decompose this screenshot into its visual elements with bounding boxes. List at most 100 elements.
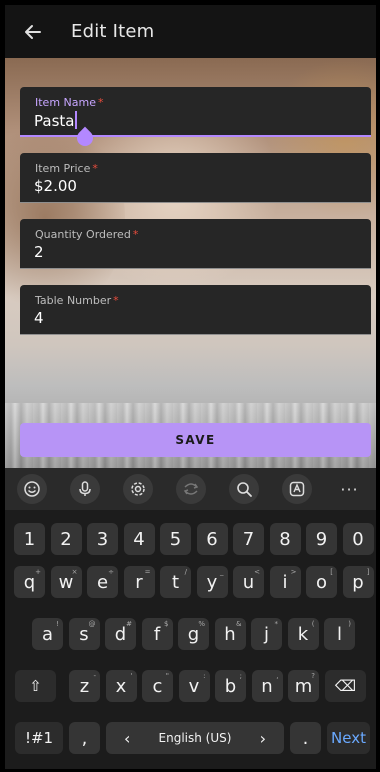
number-row: 1234567890 xyxy=(5,523,376,559)
key-h[interactable]: h & xyxy=(214,618,246,650)
letter-row-3: ⇧ ⌫ z - x ' c " v: b; n, m? xyxy=(5,670,376,706)
key-4[interactable]: 4 xyxy=(123,523,155,555)
key-8[interactable]: 8 xyxy=(269,523,301,555)
key-2[interactable]: 2 xyxy=(50,523,82,555)
key-i[interactable]: i > xyxy=(269,566,301,598)
translate-icon[interactable] xyxy=(175,474,206,504)
key-hint: $ xyxy=(164,620,169,628)
key-hint: ; xyxy=(239,672,242,680)
key-hint: ? xyxy=(311,672,315,680)
key-0[interactable]: 0 xyxy=(342,523,374,555)
key-hint: # xyxy=(126,620,132,628)
key-p[interactable]: p] xyxy=(342,566,374,598)
key-hint: ( xyxy=(311,620,315,628)
mic-icon[interactable] xyxy=(69,474,100,504)
item-name-label: Item Name * xyxy=(35,96,104,109)
key-g[interactable]: g% xyxy=(178,618,209,650)
comma-key[interactable]: , xyxy=(69,722,100,754)
key-y[interactable]: y _ xyxy=(196,566,228,598)
arrow-left-icon xyxy=(25,24,41,39)
quantity-ordered-value: 2 xyxy=(34,243,44,261)
key-hint: _ xyxy=(220,568,224,576)
key-hint: = xyxy=(144,568,151,576)
key-hint: : xyxy=(203,672,206,680)
key-hint: * xyxy=(274,620,279,628)
space-label: English (US) xyxy=(158,731,232,745)
key-3[interactable]: 3 xyxy=(87,523,118,555)
space-key[interactable]: ‹ English (US) › xyxy=(106,722,284,754)
key-l[interactable]: l) xyxy=(324,618,355,650)
quantity-ordered-field[interactable]: Quantity Ordered * 2 xyxy=(20,219,371,269)
quantity-ordered-label: Quantity Ordered * xyxy=(35,228,139,241)
item-price-field[interactable]: Item Price * $2.00 xyxy=(20,153,371,203)
key-n[interactable]: n, xyxy=(251,670,283,702)
key-f[interactable]: f $ xyxy=(141,618,173,650)
key-6[interactable]: 6 xyxy=(196,523,228,555)
shift-key[interactable]: ⇧ xyxy=(15,670,56,702)
key-hint: > xyxy=(290,568,297,576)
key-j[interactable]: j * xyxy=(251,618,282,650)
table-number-label: Table Number * xyxy=(35,294,119,307)
item-name-value: Pasta xyxy=(34,111,78,130)
key-hint: < xyxy=(254,568,260,576)
key-k[interactable]: k( xyxy=(287,618,319,650)
key-hint: ' xyxy=(130,672,133,680)
background-image: Item Name * Pasta Item Price * $2.00 Quant… xyxy=(5,58,376,468)
screen: Edit Item Item Name * Pasta Item Price * $… xyxy=(5,5,376,769)
key-z[interactable]: z- xyxy=(69,670,100,702)
bottom-row: !#1 , ‹ English (US) › . Next xyxy=(5,722,376,758)
keyboard: ··· 1234567890 q + w × e ÷ r = t / y _ u < i > o[p] a! s @… xyxy=(5,468,376,769)
key-r[interactable]: r = xyxy=(123,566,155,598)
key-hint: ÷ xyxy=(108,568,114,576)
key-7[interactable]: 7 xyxy=(233,523,264,555)
period-key[interactable]: . xyxy=(290,722,321,754)
left-arrow[interactable]: ‹ xyxy=(124,729,130,748)
text-extract-icon[interactable] xyxy=(281,474,312,504)
search-icon[interactable] xyxy=(228,474,259,504)
key-o[interactable]: o[ xyxy=(306,566,337,598)
key-5[interactable]: 5 xyxy=(160,523,191,555)
right-arrow[interactable]: › xyxy=(260,729,266,748)
key-hint: ] xyxy=(366,568,370,576)
key-q[interactable]: q + xyxy=(14,566,45,598)
settings-icon[interactable] xyxy=(122,474,153,504)
app-bar: Edit Item xyxy=(5,5,376,58)
keyboard-toolbar: ··· xyxy=(5,468,376,510)
key-hint: × xyxy=(71,568,78,576)
key-hint: ) xyxy=(348,620,351,628)
item-price-value: $2.00 xyxy=(34,177,77,195)
next-key[interactable]: Next xyxy=(327,722,370,754)
text-cursor xyxy=(75,111,78,129)
page-title: Edit Item xyxy=(71,21,155,42)
key-s[interactable]: s @ xyxy=(68,618,100,650)
key-x[interactable]: x ' xyxy=(105,670,137,702)
key-hint: ! xyxy=(56,620,59,628)
more-icon[interactable]: ··· xyxy=(335,474,365,504)
table-number-value: 4 xyxy=(34,309,44,327)
emoji-icon[interactable] xyxy=(16,474,47,504)
key-t[interactable]: t / xyxy=(160,566,191,598)
key-w[interactable]: w × xyxy=(50,566,82,598)
item-price-label: Item Price * xyxy=(35,162,98,175)
key-u[interactable]: u < xyxy=(233,566,264,598)
key-hint: & xyxy=(236,620,242,628)
item-name-field[interactable]: Item Name * Pasta xyxy=(20,87,371,150)
backspace-key[interactable]: ⌫ xyxy=(325,670,366,702)
key-a[interactable]: a! xyxy=(32,618,63,650)
symbols-key[interactable]: !#1 xyxy=(15,722,63,754)
back-button[interactable] xyxy=(15,14,51,50)
key-e[interactable]: e ÷ xyxy=(87,566,118,598)
key-m[interactable]: m? xyxy=(288,670,319,702)
key-9[interactable]: 9 xyxy=(306,523,337,555)
key-d[interactable]: d # xyxy=(105,618,136,650)
table-number-field[interactable]: Table Number * 4 xyxy=(20,285,371,335)
key-hint: , xyxy=(276,672,279,680)
key-b[interactable]: b; xyxy=(215,670,246,702)
key-1[interactable]: 1 xyxy=(14,523,45,555)
key-hint: @ xyxy=(88,620,96,628)
letter-row-2: a! s @ d # f $ g% h & j * k(l) xyxy=(5,618,376,654)
save-button[interactable]: SAVE xyxy=(20,423,371,457)
key-c[interactable]: c " xyxy=(142,670,173,702)
key-v[interactable]: v: xyxy=(178,670,210,702)
key-hint: - xyxy=(93,672,96,680)
